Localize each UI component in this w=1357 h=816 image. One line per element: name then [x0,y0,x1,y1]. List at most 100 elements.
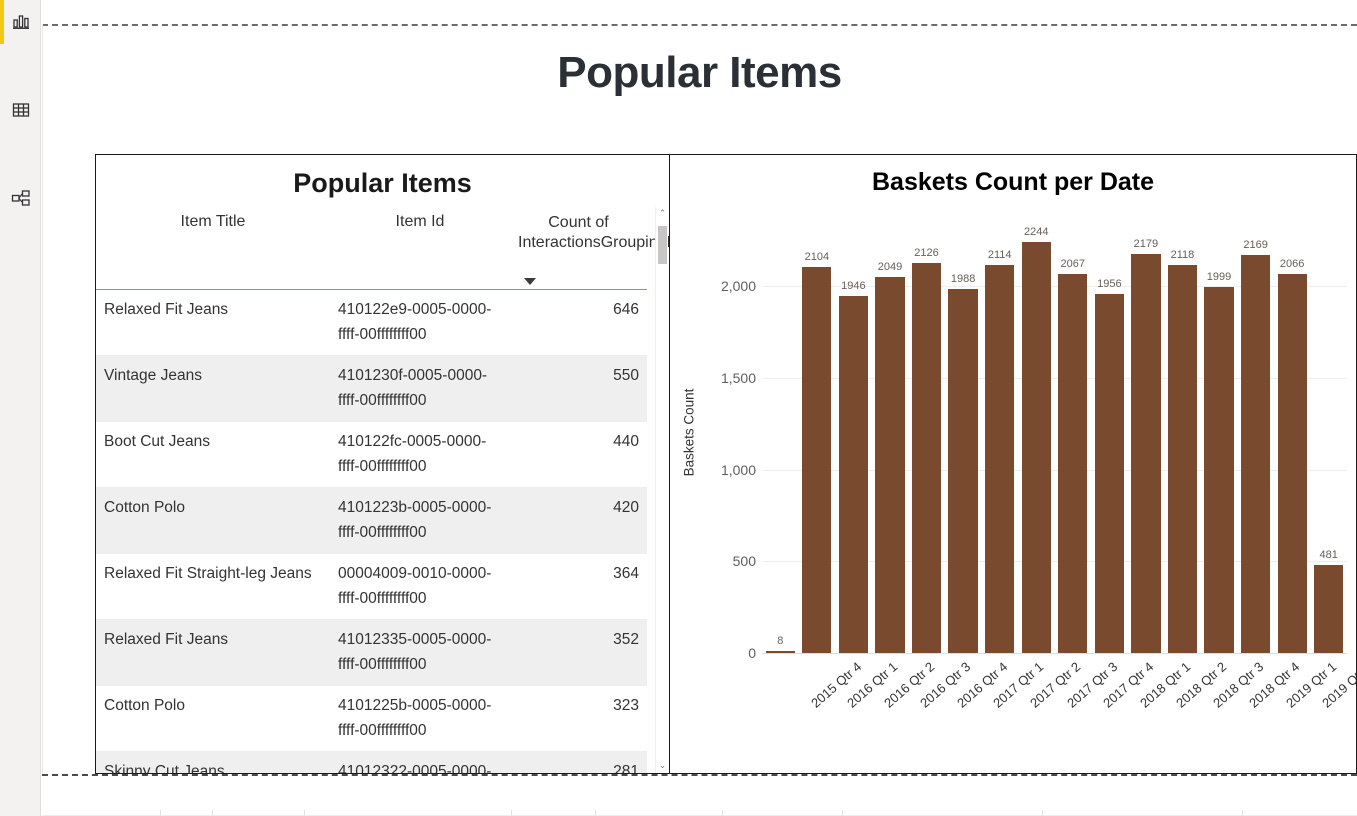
gridline [762,653,1347,654]
bar-value-label: 2066 [1279,258,1305,271]
scrollbar-thumb[interactable] [658,226,667,264]
bar-column[interactable]: 2126 [911,213,942,653]
cell-item-id: 41012322-0005-0000-ffff-00ffffffff00 [330,751,510,773]
table-row[interactable]: Relaxed Fit Straight-leg Jeans 00004009-… [96,553,647,620]
cell-count: 420 [510,487,647,554]
bar[interactable] [1277,274,1307,653]
bar-value-label: 2049 [877,261,903,274]
table-scroll-region[interactable]: Item Title Item Id Count of Interactions… [96,207,669,773]
bar[interactable] [1204,286,1234,653]
y-axis-tick-label: 1,500 [720,370,756,386]
power-bi-report-page: Popular Items Popular Items Item Title I… [0,0,1357,816]
cell-item-id: 4101230f-0005-0000-ffff-00ffffffff00 [330,355,510,422]
bar-column[interactable]: 2104 [802,213,832,653]
bar-column[interactable]: 2049 [875,213,905,653]
cell-count: 550 [510,355,647,422]
table-vertical-scrollbar[interactable]: ⌃ ⌄ [655,207,668,773]
popular-items-table: Item Title Item Id Count of Interactions… [96,207,669,773]
bar-column[interactable]: 2118 [1167,213,1198,653]
bar[interactable] [765,651,795,653]
bar[interactable] [838,296,869,653]
table-visual-title: Popular Items [293,168,472,198]
bar-value-label: 8 [777,635,784,647]
bar-column[interactable]: 1999 [1204,213,1234,653]
cell-item-title: Vintage Jeans [96,355,330,422]
chart-visual-title: Baskets Count per Date [871,168,1155,196]
plot-wrapper: 0 500 1,000 1,500 2,000 8 2104 1946 2049 2126 198… [700,213,1356,773]
cell-item-id: 00004009-0010-0000-ffff-00ffffffff00 [330,553,510,620]
page-title: Popular Items [557,48,842,97]
bar[interactable] [985,265,1015,653]
cell-item-title: Skinny Cut Jeans [96,751,330,773]
bar-column[interactable]: 2066 [1277,213,1307,653]
column-header-item-id[interactable]: Item Id [330,207,510,290]
table-row[interactable]: Boot Cut Jeans 410122fc-0005-0000-ffff-0… [96,421,647,488]
y-axis-title-text: Baskets Count [681,388,697,476]
bar-value-label: 481 [1319,548,1338,561]
sidebar-item-model-view[interactable] [0,176,41,220]
sort-descending-icon[interactable] [524,277,536,285]
cell-item-id: 410122e9-0005-0000-ffff-00ffffffff00 [330,289,510,356]
active-view-indicator [0,0,4,44]
bar[interactable] [1058,274,1088,653]
cell-item-title: Relaxed Fit Jeans [96,289,330,356]
table-row[interactable]: Relaxed Fit Jeans 41012335-0005-0000-fff… [96,619,647,686]
canvas-footer-strip [42,776,1357,816]
report-canvas: Popular Items Popular Items Item Title I… [42,0,1357,816]
bar-chart-icon [12,15,29,29]
bar-column[interactable]: 2244 [1021,213,1051,653]
bar-value-label: 1956 [1097,278,1122,291]
cell-count: 281 [510,751,647,773]
bar-column[interactable]: 1956 [1094,213,1124,653]
bar[interactable] [875,277,905,653]
bar[interactable] [1094,294,1124,653]
y-axis-tick-label: 1,000 [720,461,756,478]
scroll-down-icon[interactable]: ⌄ [656,759,669,773]
bar-column[interactable]: 481 [1314,213,1344,653]
table-row[interactable]: Cotton Polo 4101223b-0005-0000-ffff-00ff… [96,487,647,554]
sidebar-item-data-view[interactable] [0,88,41,132]
scroll-up-icon[interactable]: ⌃ [656,207,669,221]
bar[interactable] [911,263,942,653]
baskets-count-chart-visual[interactable]: Baskets Count per Date Baskets Count 0 50… [669,154,1357,774]
bar-value-label: 1999 [1206,270,1232,283]
bar-column[interactable]: 2169 [1240,213,1271,653]
cell-item-id: 410122fc-0005-0000-ffff-00ffffffff00 [330,421,510,488]
y-axis-tick-label: 2,000 [720,278,756,295]
y-axis-tick-label: 500 [732,553,756,570]
cell-item-title: Cotton Polo [96,487,330,554]
view-switcher-sidebar [0,0,41,816]
bar-value-label: 2104 [804,251,830,264]
bar[interactable] [802,267,832,653]
table-row[interactable]: Vintage Jeans 4101230f-0005-0000-ffff-00… [96,355,647,422]
canvas-left-boundary [42,24,43,774]
bar[interactable] [1240,255,1271,653]
bars-plot-area: 8 2104 1946 2049 2126 1988 2114 2244 2067 1956 217… [762,213,1347,653]
bar-column[interactable]: 1988 [948,213,978,653]
bar-column[interactable]: 2067 [1058,213,1088,653]
bar[interactable] [948,288,978,653]
canvas-top-boundary [42,24,1357,26]
table-row[interactable]: Cotton Polo 4101225b-0005-0000-ffff-00ff… [96,685,647,752]
cell-item-title: Cotton Polo [96,685,330,752]
table-row[interactable]: Skinny Cut Jeans 41012322-0005-0000-ffff… [96,751,647,773]
bar-value-label: 1988 [950,272,976,285]
popular-items-table-visual[interactable]: Popular Items Item Title Item Id Count o… [95,154,670,774]
bar-column[interactable]: 1946 [838,213,869,653]
bar[interactable] [1167,264,1198,653]
bar[interactable] [1314,564,1344,653]
sidebar-item-report-view[interactable] [0,0,41,44]
cell-count: 646 [510,289,647,356]
cell-count: 352 [510,619,647,686]
column-header-count[interactable]: Count of InteractionsGroupingId [510,207,669,290]
y-axis-tick-label: 0 [748,645,756,661]
bar[interactable] [1131,253,1161,653]
bar[interactable] [1021,241,1051,653]
y-axis-title: Baskets Count [678,207,700,657]
table-row[interactable]: Relaxed Fit Jeans 410122e9-0005-0000-fff… [96,289,647,356]
column-header-item-title[interactable]: Item Title [96,207,330,290]
bar-column[interactable]: 2114 [985,213,1015,653]
table-grid-icon [12,103,29,117]
bar-column[interactable]: 2179 [1131,213,1161,653]
bar-column[interactable]: 8 [765,213,795,653]
